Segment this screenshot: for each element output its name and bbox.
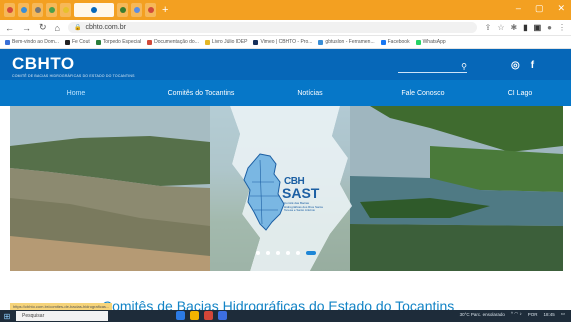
lock-icon: 🔒 xyxy=(73,25,82,31)
bookmark-item[interactable]: Facebook xyxy=(380,39,410,45)
instagram-icon[interactable]: ◎ xyxy=(511,60,520,71)
taskbar-app-icon[interactable] xyxy=(190,311,199,320)
browser-tab-strip: + ‒ ▢ ✕ xyxy=(0,0,571,20)
browser-tab[interactable] xyxy=(4,3,15,17)
bookmark-item[interactable]: Torpedo Especial xyxy=(95,39,141,45)
notification-icon[interactable]: ▭ xyxy=(561,311,565,317)
reload-icon[interactable]: ↻ xyxy=(39,22,47,33)
tray-clock[interactable]: 18:45 xyxy=(543,312,554,317)
social-links: ◎ f xyxy=(511,60,534,71)
taskbar-apps xyxy=(176,311,227,320)
browser-tab[interactable] xyxy=(18,3,29,17)
slider-dot[interactable] xyxy=(286,251,290,255)
puzzle-icon[interactable]: ✱ xyxy=(510,23,517,32)
nav-item-comites[interactable]: Comitês do Tocantins xyxy=(152,90,250,97)
address-bar[interactable]: 🔒 cbhto.com.br xyxy=(67,22,477,33)
browser-tab[interactable] xyxy=(46,3,57,17)
site-header: CBHTO COMITÊ DE BACIAS HIDROGRÁFICAS DO … xyxy=(0,49,571,80)
address-text: cbhto.com.br xyxy=(85,24,126,31)
slider-dot[interactable] xyxy=(266,251,270,255)
share-icon[interactable]: ⇪ xyxy=(485,23,492,32)
tray-icons[interactable]: ^ ◠ ♪ xyxy=(511,311,522,317)
bookmark-item[interactable]: Vimeo | CBHTO - Pro... xyxy=(253,39,312,45)
windows-start-icon[interactable]: ⊞ xyxy=(0,312,14,321)
minimize-icon[interactable]: ‒ xyxy=(516,3,521,14)
logo-text: CBHTO xyxy=(12,54,75,73)
bookmark-item[interactable]: Fe Cout xyxy=(64,39,90,45)
maximize-icon[interactable]: ▢ xyxy=(535,3,544,14)
taskbar-app-icon[interactable] xyxy=(176,311,185,320)
browser-tab-active[interactable] xyxy=(74,3,114,17)
bookmarks-bar: Bem-vindo ao Dom... Fe Cout Torpedo Espe… xyxy=(0,36,571,49)
taskbar: ⊞ Pesquisar 30°C Parc. ensolarado ^ ◠ ♪ … xyxy=(0,310,571,322)
bookmark-icon[interactable]: ▮ xyxy=(523,23,527,32)
slider-dots xyxy=(256,251,316,255)
badge-sast: SAST xyxy=(282,185,320,201)
taskbar-search[interactable]: Pesquisar xyxy=(16,311,108,321)
bookmark-item[interactable]: gbtuslon - Ferramen... xyxy=(318,39,375,45)
slider-dot[interactable] xyxy=(296,251,300,255)
profile-icon[interactable]: ● xyxy=(547,23,552,32)
screen: + ‒ ▢ ✕ ← → ↻ ⌂ 🔒 cbhto.com.br ⇪ ☆ ✱ ▮ ▣… xyxy=(0,0,571,322)
home-icon[interactable]: ⌂ xyxy=(55,23,60,33)
bookmark-item[interactable]: Livro Júlio IDEP xyxy=(204,39,247,45)
facebook-icon[interactable]: f xyxy=(531,60,534,71)
tray-language[interactable]: POR xyxy=(528,312,538,317)
close-icon[interactable]: ✕ xyxy=(557,3,565,14)
taskbar-search-label: Pesquisar xyxy=(22,313,45,319)
hero-banner[interactable]: CBH SAST Comitê das Bacias Hidrográficas… xyxy=(10,106,563,271)
nav-item-noticias[interactable]: Notícias xyxy=(250,90,370,97)
system-tray: 30°C Parc. ensolarado ^ ◠ ♪ POR 18:45 ▭ xyxy=(460,311,565,317)
browser-toolbar: ← → ↻ ⌂ 🔒 cbhto.com.br ⇪ ☆ ✱ ▮ ▣ ● ⋮ xyxy=(0,20,571,36)
menu-icon[interactable]: ⋮ xyxy=(558,23,566,32)
cbh-sast-badge: CBH SAST Comitê das Bacias Hidrográficas… xyxy=(240,146,350,236)
badge-description: Comitê das Bacias Hidrográficas dos Rios… xyxy=(284,201,323,213)
bookmark-item[interactable]: Bem-vindo ao Dom... xyxy=(5,39,59,45)
nav-item-home[interactable]: Home xyxy=(0,90,152,97)
browser-tab[interactable] xyxy=(60,3,71,17)
sidepanel-icon[interactable]: ▣ xyxy=(534,23,542,32)
bookmark-item[interactable]: Documentação do... xyxy=(147,39,199,45)
slider-dot[interactable] xyxy=(256,251,260,255)
slider-dot[interactable] xyxy=(276,251,280,255)
main-nav: Home Comitês do Tocantins Notícias Fale … xyxy=(0,80,571,106)
star-icon[interactable]: ☆ xyxy=(497,23,504,32)
tray-weather[interactable]: 30°C Parc. ensolarado xyxy=(460,312,505,317)
nav-item-ci-lago[interactable]: CI Lago xyxy=(476,90,564,97)
browser-tab[interactable] xyxy=(32,3,43,17)
status-url-hint: https://cbhto.com.br/comites-de-bacias-h… xyxy=(10,303,113,310)
window-controls: ‒ ▢ ✕ xyxy=(516,3,565,14)
slider-dot-active[interactable] xyxy=(306,251,316,255)
forward-icon[interactable]: → xyxy=(22,23,31,33)
browser-tab[interactable] xyxy=(117,3,128,17)
section-heading-area: Comitês de Bacias Hidrográficas do Estad… xyxy=(10,271,563,314)
nav-item-fale-conosco[interactable]: Fale Conosco xyxy=(370,90,476,97)
browser-tab[interactable] xyxy=(131,3,142,17)
site-search-input[interactable]: ⚲ xyxy=(398,61,467,73)
extensions: ⇪ ☆ ✱ ▮ ▣ ● ⋮ xyxy=(485,23,566,32)
logo-tagline: COMITÊ DE BACIAS HIDROGRÁFICAS DO ESTADO… xyxy=(12,74,135,78)
back-icon[interactable]: ← xyxy=(5,23,14,33)
bookmark-item[interactable]: WhatsApp xyxy=(415,39,446,45)
new-tab-icon[interactable]: + xyxy=(162,4,168,16)
site-logo[interactable]: CBHTO COMITÊ DE BACIAS HIDROGRÁFICAS DO … xyxy=(12,55,135,78)
browser-tab[interactable] xyxy=(145,3,156,17)
search-icon[interactable]: ⚲ xyxy=(461,62,467,71)
taskbar-app-icon[interactable] xyxy=(218,311,227,320)
taskbar-app-icon[interactable] xyxy=(204,311,213,320)
